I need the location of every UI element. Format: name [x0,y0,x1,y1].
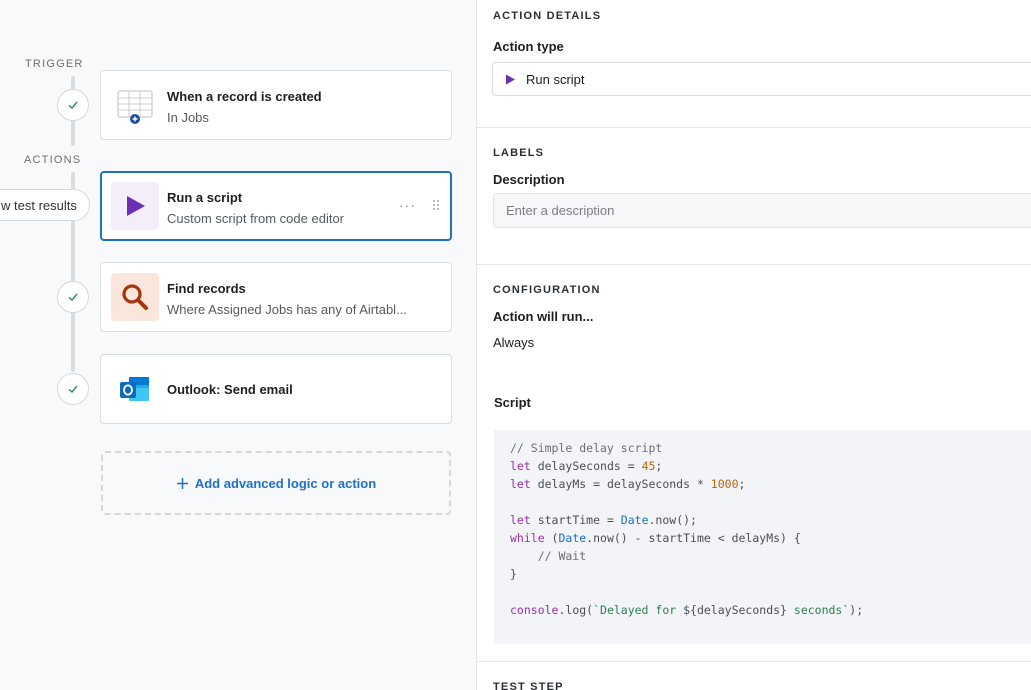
add-advanced-logic-label: Add advanced logic or action [194,475,377,491]
action-type-select[interactable]: Run script [492,62,1031,96]
run-script-card[interactable]: Run a script Custom script from code edi… [100,171,452,241]
action-type-value: Run script [526,71,585,87]
check-icon [68,101,78,109]
code-class: Date [558,531,587,545]
view-test-results-button[interactable]: w test results [0,189,90,221]
more-options-icon[interactable]: ··· [399,197,416,213]
outlook-card-title: Outlook: Send email [167,382,293,397]
action-will-run-label: Action will run... [493,309,594,324]
code-keyword: let [510,477,531,491]
script-label: Script [494,395,531,410]
trigger-card[interactable]: When a record is created In Jobs [100,70,452,140]
code-keyword: console [510,603,559,617]
code-text: ( [544,531,559,545]
code-text: .now(); [648,513,697,527]
code-text: .now() - startTime < delayMs) { [586,531,801,545]
configuration-heading: CONFIGURATION [493,284,601,296]
code-text: ); [849,603,864,617]
outlook-icon [111,365,159,413]
code-class: Date [620,513,649,527]
check-icon [68,385,78,393]
run-script-card-subtitle: Custom script from code editor [167,211,345,226]
find-records-card-subtitle: Where Assigned Jobs has any of Airtabl..… [167,302,407,317]
code-text: delayMs = delaySeconds * [530,477,711,491]
actions-section-label: ACTIONS [24,154,82,166]
code-keyword: while [510,531,545,545]
divider [477,264,1031,265]
code-comment: // Wait [510,549,587,563]
trigger-card-subtitle: In Jobs [167,110,209,125]
automation-flow-panel: TRIGGER ACTIONS w test results When a re… [0,0,477,690]
check-icon [68,293,78,301]
run-script-card-title: Run a script [167,190,243,205]
script-code-editor[interactable]: // Simple delay script let delaySeconds … [494,430,1031,644]
play-icon [506,74,515,84]
code-string: seconds` [786,603,850,617]
action-details-panel: ACTION DETAILS Action type Run script LA… [477,0,1031,690]
play-icon [111,182,159,230]
code-number: 45 [641,459,656,473]
divider [477,661,1031,662]
find-records-card-title: Find records [167,281,246,296]
code-template-expr: ${delaySeconds} [683,603,787,617]
code-text: } [510,567,517,581]
flow-rail-mid [71,118,75,146]
code-keyword: let [510,459,531,473]
action-type-label: Action type [493,39,564,54]
labels-heading: LABELS [493,147,545,159]
code-keyword: let [510,513,531,527]
code-number: 1000 [710,477,739,491]
plus-icon [176,477,188,489]
action-details-heading: ACTION DETAILS [493,10,602,22]
find-records-status-check [57,281,89,313]
code-text: .log( [558,603,594,617]
trigger-section-label: TRIGGER [25,58,84,70]
table-icon [111,81,159,129]
find-records-card[interactable]: Find records Where Assigned Jobs has any… [100,262,452,332]
divider [477,127,1031,128]
add-advanced-logic-button[interactable]: Add advanced logic or action [101,451,451,515]
description-label: Description [493,172,565,187]
drag-handle-icon[interactable] [432,199,440,211]
magnifier-icon [111,273,159,321]
outlook-status-check [57,373,89,405]
code-text: startTime = [530,513,621,527]
description-input[interactable] [493,193,1031,228]
trigger-card-title: When a record is created [167,89,322,104]
code-comment: // Simple delay script [510,441,663,455]
action-will-run-value[interactable]: Always [493,335,534,350]
test-step-heading: TEST STEP [493,681,564,690]
code-text: delaySeconds = [530,459,642,473]
code-string: `Delayed for [593,603,684,617]
outlook-send-email-card[interactable]: Outlook: Send email [100,354,452,424]
trigger-status-check [57,89,89,121]
